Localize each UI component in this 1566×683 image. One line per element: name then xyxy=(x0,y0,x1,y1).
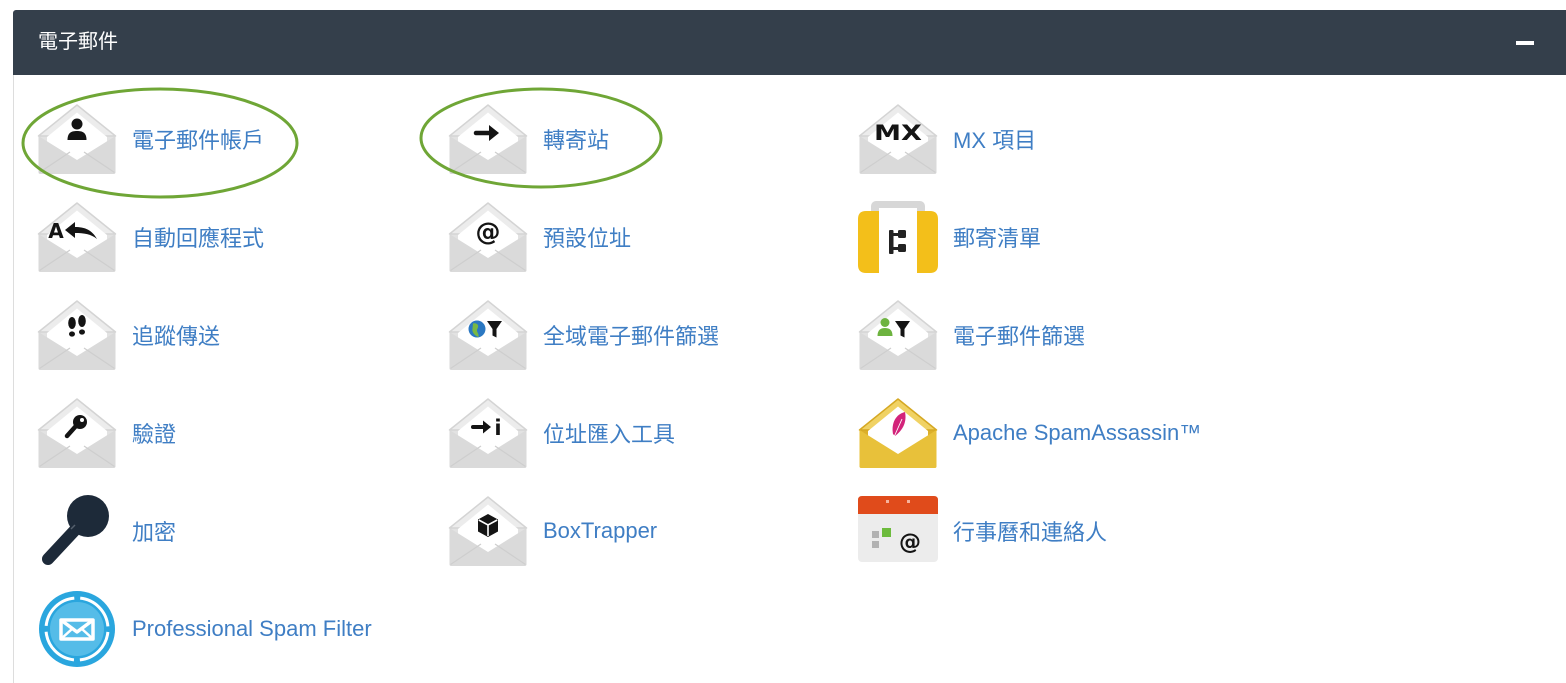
mx-entry-item[interactable]: MX MX 項目 xyxy=(858,103,1566,175)
default-address-item[interactable]: @ 預設位址 xyxy=(448,201,858,273)
global-email-filters-item[interactable]: 全域電子郵件篩選 xyxy=(448,299,858,371)
email-filters-icon[interactable] xyxy=(858,299,938,371)
collapse-button[interactable] xyxy=(1510,31,1540,55)
address-importer-item[interactable]: i 位址匯入工具 xyxy=(448,397,858,469)
spamassassin-icon[interactable] xyxy=(858,397,938,469)
boxtrapper-item[interactable]: BoxTrapper xyxy=(448,495,858,567)
mailing-lists-icon[interactable] xyxy=(858,201,938,273)
authentication-item[interactable]: 驗證 xyxy=(37,397,448,469)
calendars-contacts-link[interactable]: 行事曆和連絡人 xyxy=(953,515,1107,547)
autoresponders-icon[interactable]: A xyxy=(37,201,117,273)
mailing-lists-item[interactable]: 郵寄清單 xyxy=(858,201,1566,273)
email-accounts-item[interactable]: 電子郵件帳戶 xyxy=(37,103,448,175)
spamassassin-link[interactable]: Apache SpamAssassin™ xyxy=(953,420,1201,446)
global-email-filters-link[interactable]: 全域電子郵件篩選 xyxy=(543,319,719,351)
email-accounts-link[interactable]: 電子郵件帳戶 xyxy=(132,123,264,155)
spamassassin-item[interactable]: Apache SpamAssassin™ xyxy=(858,397,1566,469)
forwarders-item[interactable]: 轉寄站 xyxy=(448,103,858,175)
professional-spam-filter-link[interactable]: Professional Spam Filter xyxy=(132,616,372,642)
panel-header: 電子郵件 xyxy=(13,10,1566,75)
calendar-at-glyph: @ xyxy=(899,530,921,555)
forwarders-link[interactable]: 轉寄站 xyxy=(543,123,609,155)
email-filters-item[interactable]: 電子郵件篩選 xyxy=(858,299,1566,371)
track-delivery-item[interactable]: 追蹤傳送 xyxy=(37,299,448,371)
track-delivery-link[interactable]: 追蹤傳送 xyxy=(132,319,220,351)
forwarders-icon[interactable] xyxy=(448,103,528,175)
email-panel: 電子郵件 電子郵件帳戶 轉寄站 MX MX 項目 A 自動回應程式 @ 預設位址… xyxy=(13,10,1566,683)
autoresponders-item[interactable]: A 自動回應程式 xyxy=(37,201,448,273)
mx-entry-icon[interactable]: MX xyxy=(858,103,938,175)
boxtrapper-link[interactable]: BoxTrapper xyxy=(543,518,657,544)
address-importer-link[interactable]: 位址匯入工具 xyxy=(543,417,675,449)
professional-spam-filter-item[interactable]: Professional Spam Filter xyxy=(37,591,448,667)
boxtrapper-icon[interactable] xyxy=(448,495,528,567)
professional-spam-filter-icon[interactable] xyxy=(37,591,117,667)
calendars-contacts-icon[interactable]: @ xyxy=(858,495,938,567)
mailing-lists-link[interactable]: 郵寄清單 xyxy=(953,221,1041,253)
address-importer-icon[interactable]: i xyxy=(448,397,528,469)
at-glyph: @ xyxy=(476,217,501,246)
minus-icon xyxy=(1516,41,1534,45)
authentication-icon[interactable] xyxy=(37,397,117,469)
authentication-link[interactable]: 驗證 xyxy=(132,417,176,449)
track-delivery-icon[interactable] xyxy=(37,299,117,371)
info-glyph: i xyxy=(494,416,501,440)
panel-title: 電子郵件 xyxy=(38,31,118,53)
autoresponders-link[interactable]: 自動回應程式 xyxy=(132,221,264,253)
email-tools-grid: 電子郵件帳戶 轉寄站 MX MX 項目 A 自動回應程式 @ 預設位址 郵寄清單… xyxy=(37,103,1566,667)
mx-entry-link[interactable]: MX 項目 xyxy=(953,123,1036,155)
encryption-key-icon[interactable] xyxy=(37,495,117,567)
default-address-icon[interactable]: @ xyxy=(448,201,528,273)
encryption-link[interactable]: 加密 xyxy=(132,515,176,547)
calendars-contacts-item[interactable]: @ 行事曆和連絡人 xyxy=(858,495,1566,567)
mx-glyph: MX xyxy=(874,121,922,145)
encryption-item[interactable]: 加密 xyxy=(37,495,448,567)
default-address-link[interactable]: 預設位址 xyxy=(543,221,631,253)
email-accounts-icon[interactable] xyxy=(37,103,117,175)
panel-body: 電子郵件帳戶 轉寄站 MX MX 項目 A 自動回應程式 @ 預設位址 郵寄清單… xyxy=(13,75,1566,683)
autoresponder-glyph: A xyxy=(48,219,64,243)
email-filters-link[interactable]: 電子郵件篩選 xyxy=(953,319,1085,351)
global-email-filters-icon[interactable] xyxy=(448,299,528,371)
